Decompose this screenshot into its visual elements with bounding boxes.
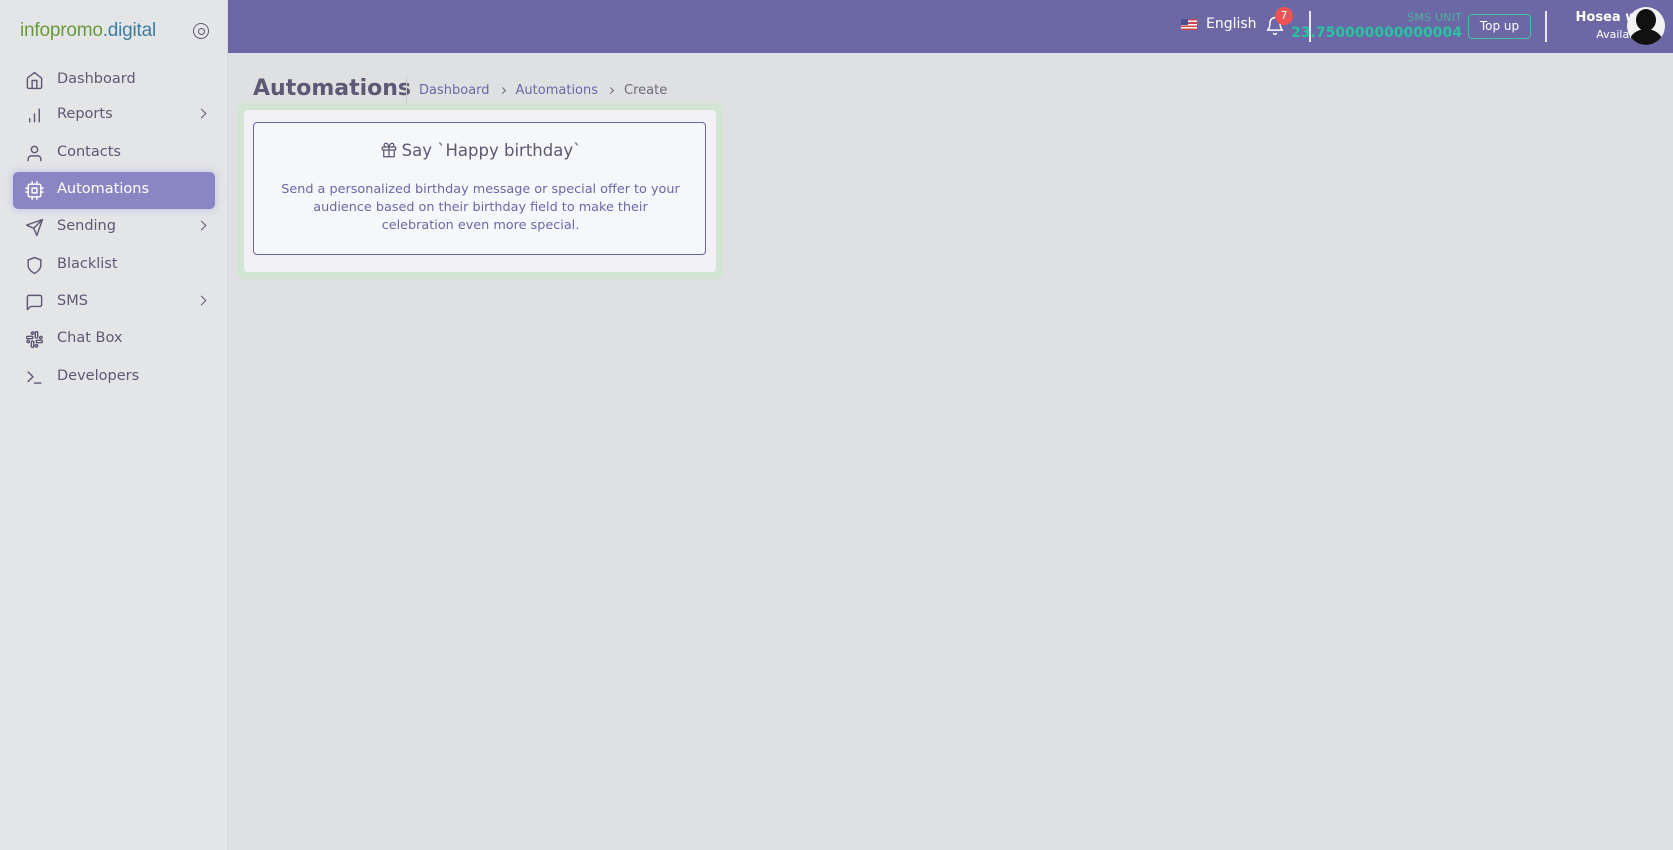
sidebar-item-contacts[interactable]: Contacts <box>13 135 215 172</box>
sms-unit-value: 23.750000000000004 <box>1291 25 1462 41</box>
chevron-right-icon <box>196 220 207 231</box>
message-square-icon <box>25 293 44 312</box>
breadcrumb-dashboard[interactable]: Dashboard <box>419 83 490 98</box>
top-up-button[interactable]: Top up <box>1468 14 1531 39</box>
cpu-icon <box>25 181 44 200</box>
sidebar-item-label: Chat Box <box>57 330 123 346</box>
page-title: Automations <box>253 76 412 101</box>
automation-card-birthday[interactable]: Say `Happy birthday` Send a personalized… <box>253 122 706 255</box>
sidebar-item-automations[interactable]: Automations <box>13 172 215 209</box>
sidebar-item-label: Reports <box>57 106 113 122</box>
sidebar-item-reports[interactable]: Reports <box>13 97 215 134</box>
title-divider <box>406 77 407 104</box>
sidebar-item-dashboard[interactable]: Dashboard <box>13 62 215 99</box>
sidebar-item-label: Blacklist <box>57 256 118 272</box>
bar-chart-icon <box>25 106 44 125</box>
brand-logo[interactable]: infopromo.digital <box>20 20 156 42</box>
brand-logo-part2: .digital <box>102 20 157 41</box>
sidebar-item-blacklist[interactable]: Blacklist <box>13 247 215 284</box>
sidebar-item-label: Sending <box>57 218 116 234</box>
sidebar-item-sending[interactable]: Sending <box>13 209 215 246</box>
sidebar: infopromo.digital Dashboard Reports Cont… <box>0 0 228 850</box>
shield-icon <box>25 256 44 275</box>
sidebar-item-label: Dashboard <box>57 71 136 87</box>
sidebar-item-developers[interactable]: Developers <box>13 359 215 396</box>
us-flag-icon <box>1181 18 1197 30</box>
sidebar-item-label: SMS <box>57 293 88 309</box>
avatar[interactable] <box>1627 7 1665 45</box>
home-icon <box>25 71 44 90</box>
sidebar-collapse-toggle-icon[interactable] <box>193 23 209 39</box>
sidebar-item-sms[interactable]: SMS <box>13 284 215 321</box>
user-icon <box>25 144 44 163</box>
chevron-right-icon <box>196 295 207 306</box>
sms-unit-label: SMS UNIT <box>1407 11 1462 24</box>
terminal-icon <box>25 368 44 387</box>
gift-icon <box>380 141 402 160</box>
send-icon <box>25 218 44 237</box>
sidebar-item-label: Contacts <box>57 144 121 160</box>
chevron-right-icon <box>498 86 506 95</box>
slack-icon <box>25 330 44 349</box>
sidebar-item-chat-box[interactable]: Chat Box <box>13 321 215 358</box>
brand-logo-part1: infopromo <box>20 20 103 41</box>
breadcrumb-current: Create <box>624 83 668 98</box>
chevron-right-icon <box>196 108 207 119</box>
breadcrumb: Dashboard Automations Create <box>419 83 667 98</box>
card-description: Send a personalized birthday message or … <box>281 182 680 233</box>
chevron-right-icon <box>606 86 615 95</box>
topbar: English 7 SMS UNIT 23.750000000000004 To… <box>228 0 1673 53</box>
card-title: Say `Happy birthday` <box>254 141 707 160</box>
sidebar-item-label: Automations <box>57 181 150 197</box>
breadcrumb-automations[interactable]: Automations <box>516 83 599 98</box>
brand: infopromo.digital <box>0 0 227 62</box>
sidebar-item-label: Developers <box>57 368 140 384</box>
card-title-text: Say `Happy birthday` <box>401 141 582 160</box>
